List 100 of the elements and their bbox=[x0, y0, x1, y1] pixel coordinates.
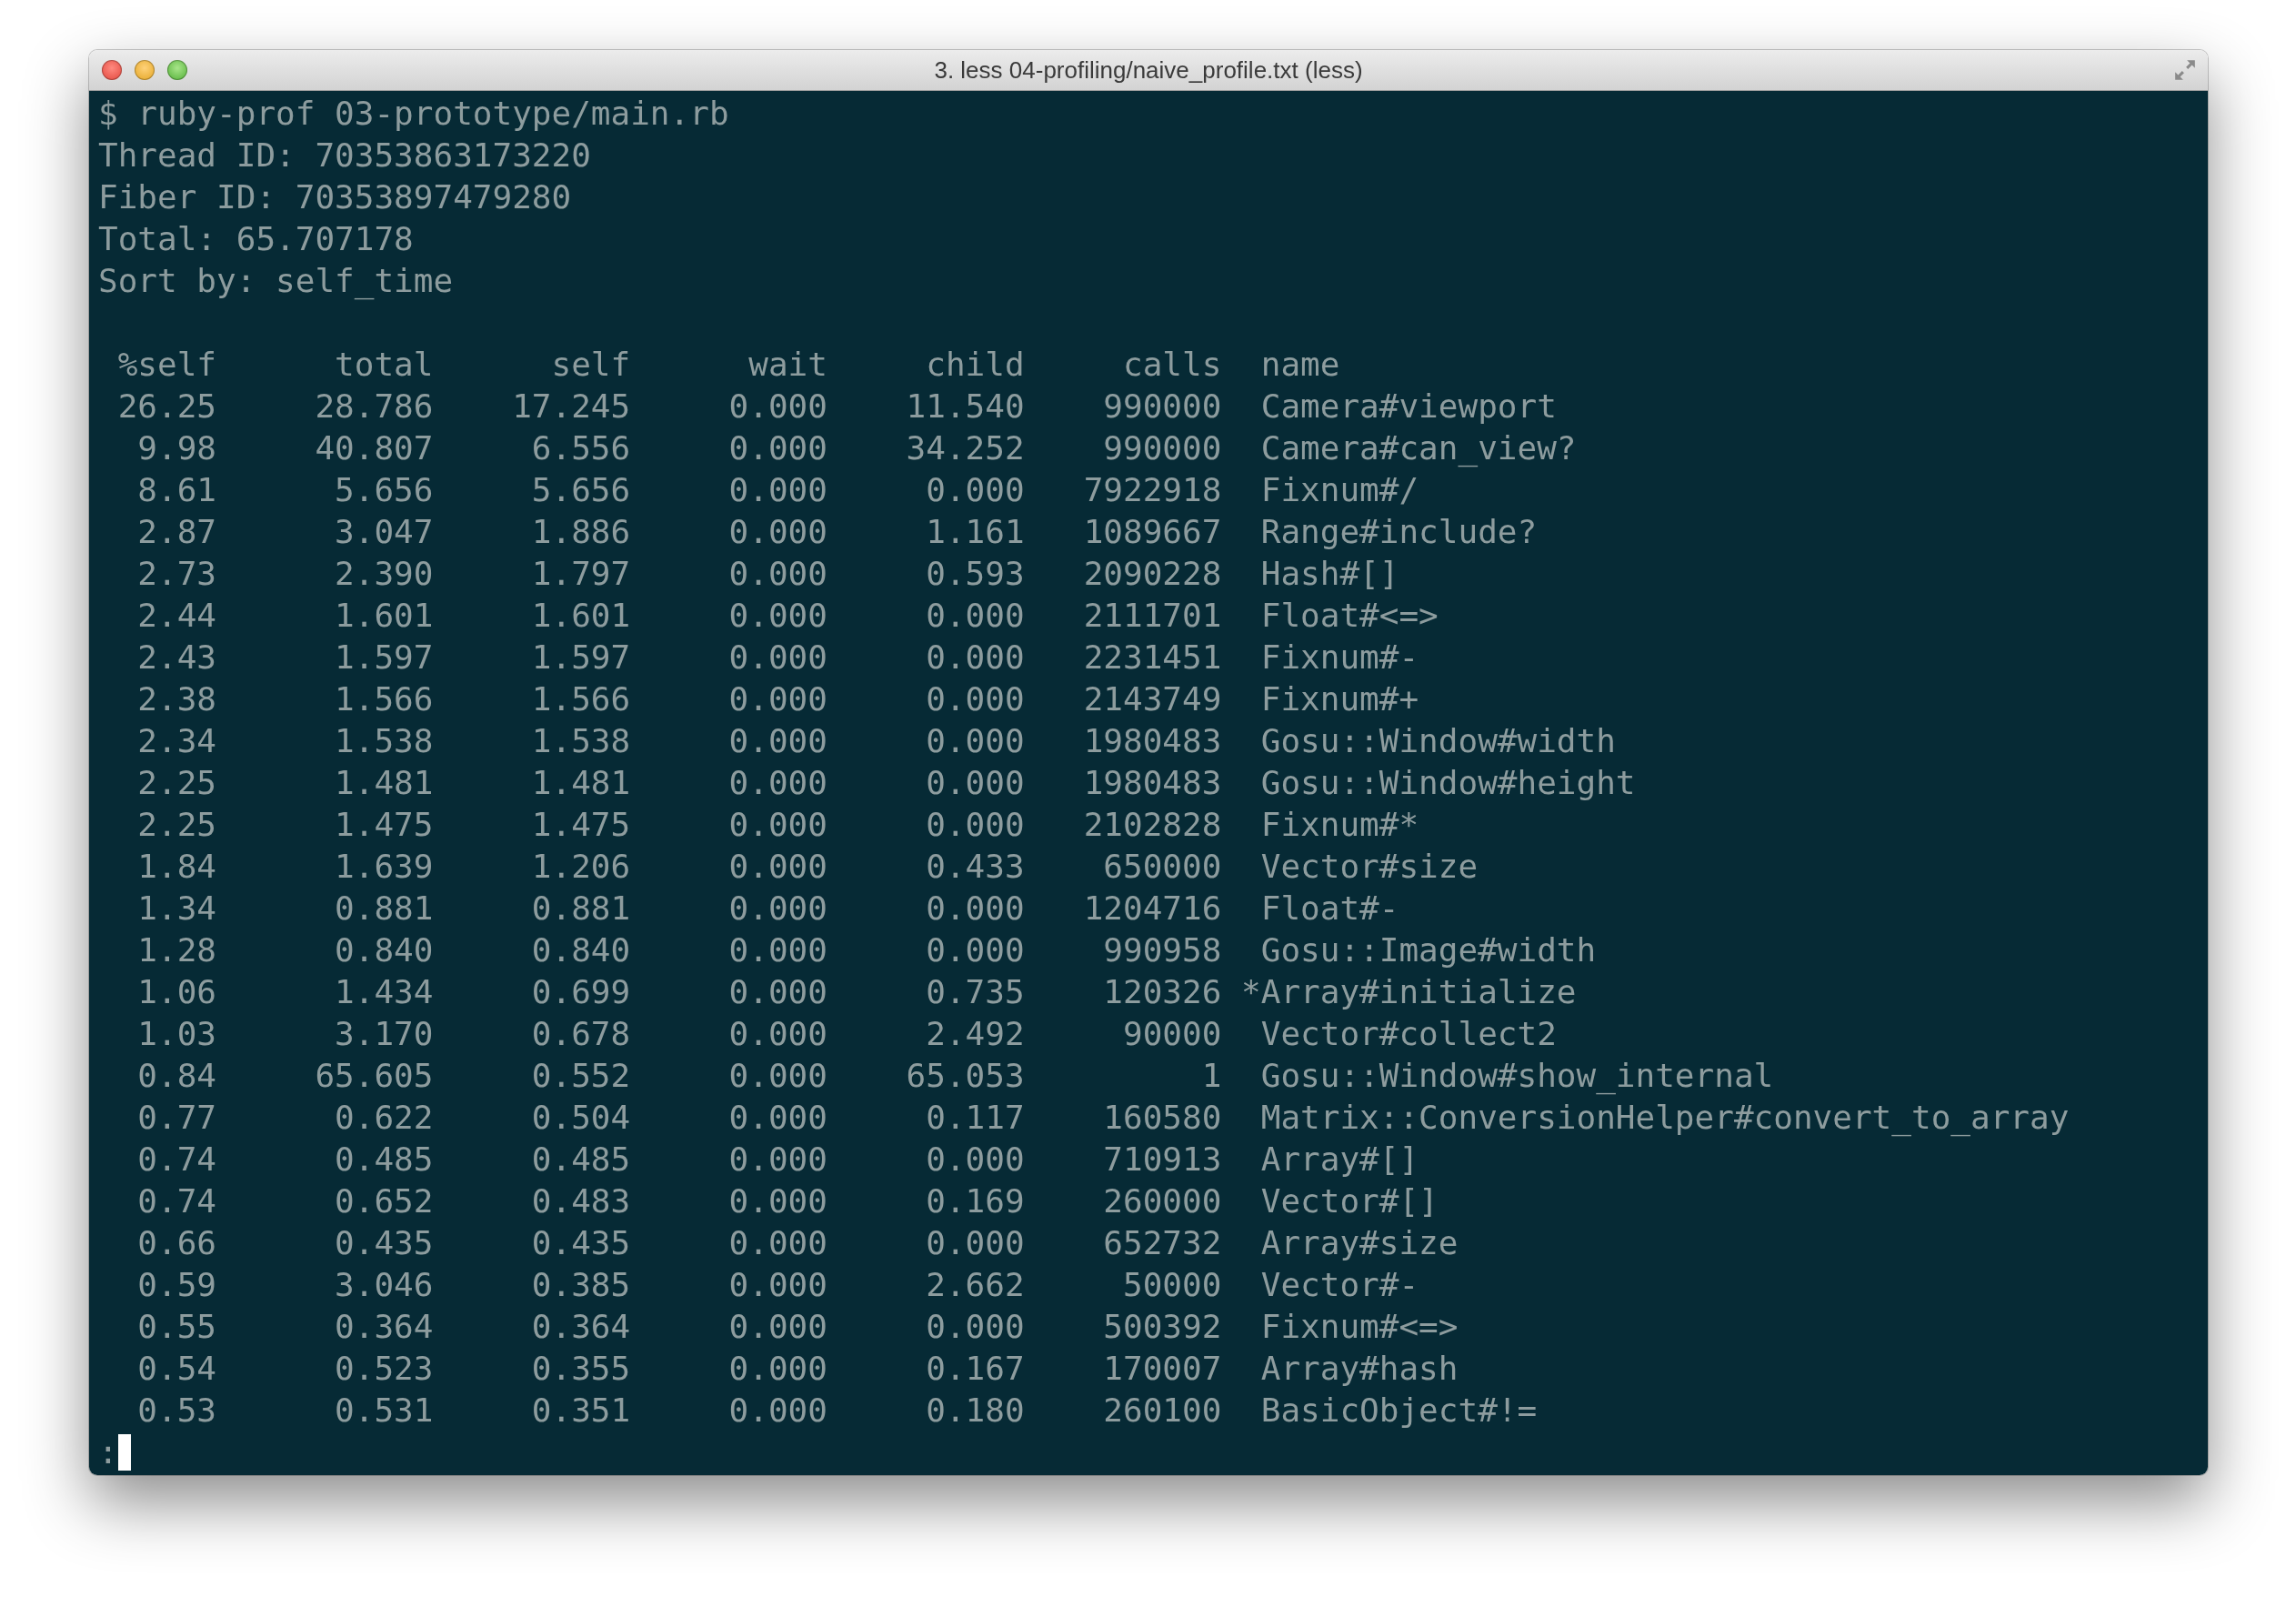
table-cell-text: 2111701 bbox=[1082, 596, 1222, 636]
table-cell-text: 652732 bbox=[1102, 1223, 1222, 1263]
pager-prompt: : bbox=[98, 1432, 118, 1472]
table-cell-text: 1.601 bbox=[530, 596, 631, 636]
table-cell-text: 1.161 bbox=[925, 512, 1025, 552]
table-cell-text: 0.000 bbox=[727, 1056, 827, 1096]
table-cell-text: 990000 bbox=[1102, 428, 1222, 468]
table-cell-text: 0.55 bbox=[136, 1307, 217, 1347]
table-cell-text: 1.538 bbox=[530, 721, 631, 761]
method-name: Hash#[] bbox=[1260, 554, 1399, 594]
text-cursor bbox=[117, 1434, 131, 1471]
table-cell-text: 1.597 bbox=[334, 638, 434, 678]
table-cell-text: 0.881 bbox=[334, 889, 434, 929]
table-cell-text: 0.000 bbox=[727, 387, 827, 427]
table-cell-text: 0.652 bbox=[334, 1181, 434, 1221]
table-cell-text: 1.597 bbox=[530, 638, 631, 678]
table-cell-text: 0.000 bbox=[925, 1140, 1025, 1180]
window-title: 3. less 04-profiling/naive_profile.txt (less) bbox=[934, 55, 1363, 85]
table-cell-text: 2.38 bbox=[136, 679, 217, 719]
table-cell-text: 7922918 bbox=[1082, 470, 1222, 510]
table-cell-text: 0.433 bbox=[925, 847, 1025, 887]
close-button[interactable] bbox=[102, 60, 122, 80]
terminal-line: $ ruby-prof 03-prototype/main.rb bbox=[98, 94, 729, 134]
table-cell-text: 0.000 bbox=[727, 638, 827, 678]
method-name: *Array#initialize bbox=[1241, 972, 1577, 1012]
table-cell-text: 11.540 bbox=[905, 387, 1025, 427]
table-cell-text: 3.170 bbox=[334, 1014, 434, 1054]
table-cell-text: 2.25 bbox=[136, 805, 217, 845]
table-cell-text: 1.566 bbox=[334, 679, 434, 719]
column-header: calls bbox=[1122, 345, 1222, 385]
method-name: Fixnum#+ bbox=[1260, 679, 1419, 719]
table-cell-text: 0.000 bbox=[727, 805, 827, 845]
zoom-button[interactable] bbox=[167, 60, 187, 80]
table-cell-text: 1.475 bbox=[334, 805, 434, 845]
method-name: Array#[] bbox=[1260, 1140, 1419, 1180]
table-cell-text: 0.485 bbox=[530, 1140, 631, 1180]
table-cell-text: 0.483 bbox=[530, 1181, 631, 1221]
table-cell-text: 0.000 bbox=[925, 1223, 1025, 1263]
table-cell-text: 0.000 bbox=[727, 972, 827, 1012]
table-cell-text: 0.000 bbox=[727, 512, 827, 552]
table-cell-text: 65.053 bbox=[905, 1056, 1025, 1096]
table-cell-text: 2231451 bbox=[1082, 638, 1222, 678]
fullscreen-icon[interactable] bbox=[2173, 58, 2197, 82]
table-cell-text: 0.000 bbox=[727, 1349, 827, 1389]
table-cell-text: 0.000 bbox=[727, 428, 827, 468]
table-cell-text: 1.481 bbox=[530, 763, 631, 803]
table-cell-text: 0.435 bbox=[530, 1223, 631, 1263]
table-cell-text: 1.34 bbox=[136, 889, 217, 929]
table-cell-text: 2.25 bbox=[136, 763, 217, 803]
method-name: Float#<=> bbox=[1260, 596, 1439, 636]
method-name: Gosu::Window#show_internal bbox=[1260, 1056, 1774, 1097]
table-cell-text: 0.531 bbox=[334, 1391, 434, 1431]
terminal-line: Total: 65.707178 bbox=[98, 219, 414, 259]
method-name: Gosu::Image#width bbox=[1260, 930, 1597, 970]
table-cell-text: 0.000 bbox=[925, 638, 1025, 678]
table-cell-text: 0.000 bbox=[925, 930, 1025, 970]
method-name: Gosu::Window#height bbox=[1260, 763, 1636, 803]
table-cell-text: 0.59 bbox=[136, 1265, 217, 1305]
table-cell-text: 9.98 bbox=[136, 428, 217, 468]
terminal-line: Sort by: self_time bbox=[98, 261, 454, 302]
table-cell-text: 0.74 bbox=[136, 1181, 217, 1221]
table-cell-text: 65.605 bbox=[314, 1056, 434, 1096]
table-cell-text: 0.735 bbox=[925, 972, 1025, 1012]
table-cell-text: 5.656 bbox=[530, 470, 631, 510]
table-cell-text: 0.000 bbox=[727, 1140, 827, 1180]
table-cell-text: 2102828 bbox=[1082, 805, 1222, 845]
minimize-button[interactable] bbox=[135, 60, 155, 80]
table-cell-text: 1.28 bbox=[136, 930, 217, 970]
table-cell-text: 0.485 bbox=[334, 1140, 434, 1180]
table-cell-text: 1.566 bbox=[530, 679, 631, 719]
table-cell-text: 8.61 bbox=[136, 470, 217, 510]
table-cell-text: 1089667 bbox=[1082, 512, 1222, 552]
table-cell-text: 34.252 bbox=[905, 428, 1025, 468]
table-cell-text: 0.000 bbox=[727, 721, 827, 761]
method-name: Vector#collect2 bbox=[1260, 1014, 1557, 1054]
table-cell-text: 0.74 bbox=[136, 1140, 217, 1180]
column-header: %self bbox=[116, 345, 217, 385]
table-cell-text: 5.656 bbox=[334, 470, 434, 510]
table-cell-text: 0.000 bbox=[727, 1265, 827, 1305]
table-cell-text: 1.601 bbox=[334, 596, 434, 636]
table-cell-text: 0.000 bbox=[925, 679, 1025, 719]
table-cell-text: 1 bbox=[1200, 1056, 1222, 1096]
table-cell-text: 0.552 bbox=[530, 1056, 631, 1096]
table-cell-text: 0.000 bbox=[727, 470, 827, 510]
table-cell-text: 2143749 bbox=[1082, 679, 1222, 719]
table-cell-text: 26.25 bbox=[116, 387, 217, 427]
terminal-line: Thread ID: 70353863173220 bbox=[98, 136, 591, 176]
table-cell-text: 0.699 bbox=[530, 972, 631, 1012]
table-cell-text: 0.000 bbox=[925, 1307, 1025, 1347]
table-cell-text: 0.000 bbox=[727, 554, 827, 594]
table-cell-text: 0.351 bbox=[530, 1391, 631, 1431]
method-name: Range#include? bbox=[1260, 512, 1538, 552]
table-cell-text: 0.622 bbox=[334, 1098, 434, 1138]
table-cell-text: 0.000 bbox=[727, 930, 827, 970]
table-cell-text: 120326 bbox=[1102, 972, 1222, 1012]
method-name: Vector#- bbox=[1260, 1265, 1419, 1305]
table-cell-text: 1.434 bbox=[334, 972, 434, 1012]
method-name: Fixnum#<=> bbox=[1260, 1307, 1459, 1347]
method-name: BasicObject#!= bbox=[1260, 1391, 1538, 1431]
table-cell-text: 500392 bbox=[1102, 1307, 1222, 1347]
